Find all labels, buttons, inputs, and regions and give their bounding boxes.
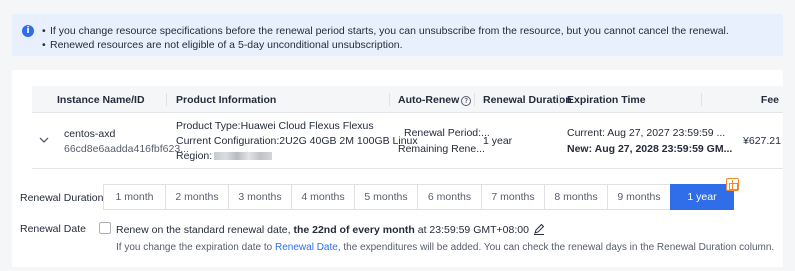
duration-option-8-months[interactable]: 8 months: [544, 184, 608, 210]
header-instance: Instance Name/ID: [57, 94, 145, 106]
header-product: Product Information: [176, 94, 277, 106]
column-divider: [389, 93, 390, 106]
renewal-duration-label: Renewal Duration: [20, 192, 104, 204]
product-region: Region:: [176, 150, 273, 162]
header-fee: Fee: [760, 94, 779, 106]
redacted-region: [214, 152, 273, 160]
product-configuration: Current Configuration:2U2G 40GB 2M 100GB…: [176, 135, 418, 147]
column-divider: [701, 93, 702, 106]
duration-option-3-months[interactable]: 3 months: [228, 184, 292, 210]
column-divider: [166, 93, 167, 106]
duration-option-1-year[interactable]: 1 year: [670, 178, 739, 210]
standard-renewal-date-text: Renew on the standard renewal date, the …: [116, 223, 545, 236]
duration-option-7-months[interactable]: 7 months: [481, 184, 545, 210]
column-divider: [559, 93, 560, 106]
product-type: Product Type:Huawei Cloud Flexus Flexus: [176, 120, 374, 132]
expiration-current: Current: Aug 27, 2027 23:59:59 ...: [567, 127, 726, 139]
duration-option-4-months[interactable]: 4 months: [291, 184, 355, 210]
header-auto-renew: Auto-Renew?: [398, 94, 472, 106]
renewal-date-link[interactable]: Renewal Date: [275, 242, 338, 253]
duration-option-1-month[interactable]: 1 month: [103, 184, 166, 210]
renewal-date-label: Renewal Date: [20, 223, 86, 235]
column-divider: [474, 93, 475, 106]
help-icon[interactable]: ?: [461, 96, 472, 106]
instance-id: 66cd8e6aadda416fbf623...: [64, 143, 189, 155]
duration-option-9-months[interactable]: 9 months: [607, 184, 671, 210]
duration-option-5-months[interactable]: 5 months: [354, 184, 418, 210]
expiration-new: New: Aug 27, 2028 23:59:59 GM...: [567, 143, 733, 155]
edit-icon[interactable]: [533, 223, 545, 235]
renewal-panel: Instance Name/ID Product Information Aut…: [12, 70, 783, 267]
renewal-date-hint: If you change the expiration date to Ren…: [116, 242, 775, 253]
header-expiration: Expiration Time: [567, 94, 646, 106]
renewal-duration-selector: 1 month 2 months 3 months 4 months 5 mon…: [103, 178, 739, 210]
standard-renewal-date-checkbox[interactable]: [99, 222, 111, 234]
row-fee: ¥627.21: [743, 135, 781, 147]
row-renewal-duration: 1 year: [483, 135, 513, 147]
duration-option-2-months[interactable]: 2 months: [165, 184, 229, 210]
gift-icon: [726, 178, 739, 191]
duration-option-6-months[interactable]: 6 months: [417, 184, 482, 210]
info-icon: i: [22, 25, 34, 37]
table-header: Instance Name/ID Product Information Aut…: [32, 86, 783, 113]
instance-name: centos-axd: [64, 128, 116, 140]
auto-renew-period: Renewal Period:...: [404, 127, 490, 139]
table-row: centos-axd 66cd8e6aadda416fbf623... Prod…: [32, 114, 783, 169]
notice-line-1: • If you change resource specifications b…: [42, 25, 729, 37]
notice-banner: i • If you change resource specifications…: [12, 14, 783, 56]
notice-line-2: • Renewed resources are not eligible of a…: [42, 39, 403, 51]
chevron-down-icon[interactable]: [38, 134, 50, 146]
auto-renew-remaining: Remaining Rene...: [398, 143, 485, 155]
